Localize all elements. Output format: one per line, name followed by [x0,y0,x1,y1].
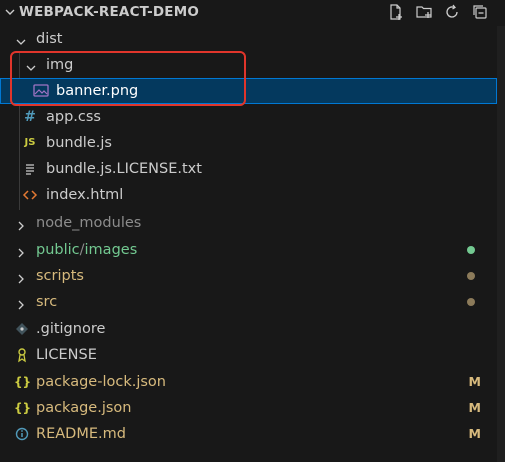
tree-item-label: img [46,57,74,73]
tree-item-label: README.md [36,426,126,442]
tree-item-label: public/images [36,237,137,263]
html-file-icon [22,182,38,208]
tree-file-bundle-license-txt[interactable]: bundle.js.LICENSE.txt [0,156,497,182]
untracked-status-dot [467,246,475,254]
new-file-icon[interactable] [387,3,405,21]
tree-folder-scripts[interactable]: scripts [0,263,497,289]
scrollbar[interactable] [497,26,505,462]
modified-badge: M [468,400,481,415]
text-file-icon [22,156,38,182]
tree-file-banner-png[interactable]: banner.png [0,78,497,104]
tree-item-label: scripts [36,268,84,284]
tree-item-label: node_modules [36,215,142,231]
chevron-down-icon[interactable] [24,58,38,72]
js-file-icon: JS [24,137,36,148]
collapse-all-icon[interactable] [471,3,489,21]
chevron-down-icon[interactable] [14,32,28,46]
tree-item-label: app.css [46,109,101,125]
tree-item-label-part: public [36,242,80,258]
tree-folder-img[interactable]: img [0,52,497,78]
tree-file-app-css[interactable]: # app.css [0,104,497,130]
chevron-right-icon[interactable] [14,243,28,258]
tree-file-license[interactable]: LICENSE [0,342,497,368]
chevron-right-icon[interactable] [14,216,28,231]
tree-folder-public-images[interactable]: public/images [0,237,497,263]
tree-item-label: LICENSE [36,347,97,363]
tree-folder-src[interactable]: src [0,289,497,315]
tree-item-label-part: images [84,242,138,258]
explorer-header[interactable]: WEBPACK-REACT-DEMO [0,0,505,26]
modified-status-dot [467,272,475,280]
json-file-icon: {} [14,375,32,389]
modified-badge: M [468,426,481,441]
css-file-icon: # [24,109,36,125]
tree-item-label: .gitignore [36,321,106,337]
chevron-right-icon[interactable] [14,269,28,284]
header-actions [387,3,489,21]
refresh-icon[interactable] [443,3,461,21]
workspace-title: WEBPACK-REACT-DEMO [19,4,200,20]
tree-item-label: bundle.js [46,135,112,151]
tree-file-gitignore[interactable]: .gitignore [0,316,497,342]
tree-item-label: package-lock.json [36,374,166,390]
chevron-down-icon[interactable] [3,5,17,19]
tree-file-index-html[interactable]: index.html [0,182,497,208]
tree-folder-dist[interactable]: dist [0,26,497,52]
new-folder-icon[interactable] [415,3,433,21]
tree-folder-node-modules[interactable]: node_modules [0,210,497,236]
tree-item-label: dist [36,31,63,47]
tree-file-bundle-js[interactable]: JS bundle.js [0,130,497,156]
tree-file-readme-md[interactable]: README.md M [0,421,497,447]
explorer-panel: WEBPACK-REACT-DEMO dist img banner.png #… [0,0,505,462]
tree-file-package-lock-json[interactable]: {} package-lock.json M [0,369,497,395]
image-file-icon [33,78,49,104]
git-file-icon [14,316,30,342]
tree-item-label: src [36,294,58,310]
tree-item-label: package.json [36,400,132,416]
modified-status-dot [467,298,475,306]
modified-badge: M [468,374,481,389]
info-icon [14,421,30,447]
tree-item-label: bundle.js.LICENSE.txt [46,161,202,177]
json-file-icon: {} [14,401,32,415]
tree-item-label: index.html [46,187,124,203]
license-file-icon [14,342,30,368]
tree-file-package-json[interactable]: {} package.json M [0,395,497,421]
chevron-right-icon[interactable] [14,295,28,310]
tree-item-label: banner.png [56,83,139,99]
